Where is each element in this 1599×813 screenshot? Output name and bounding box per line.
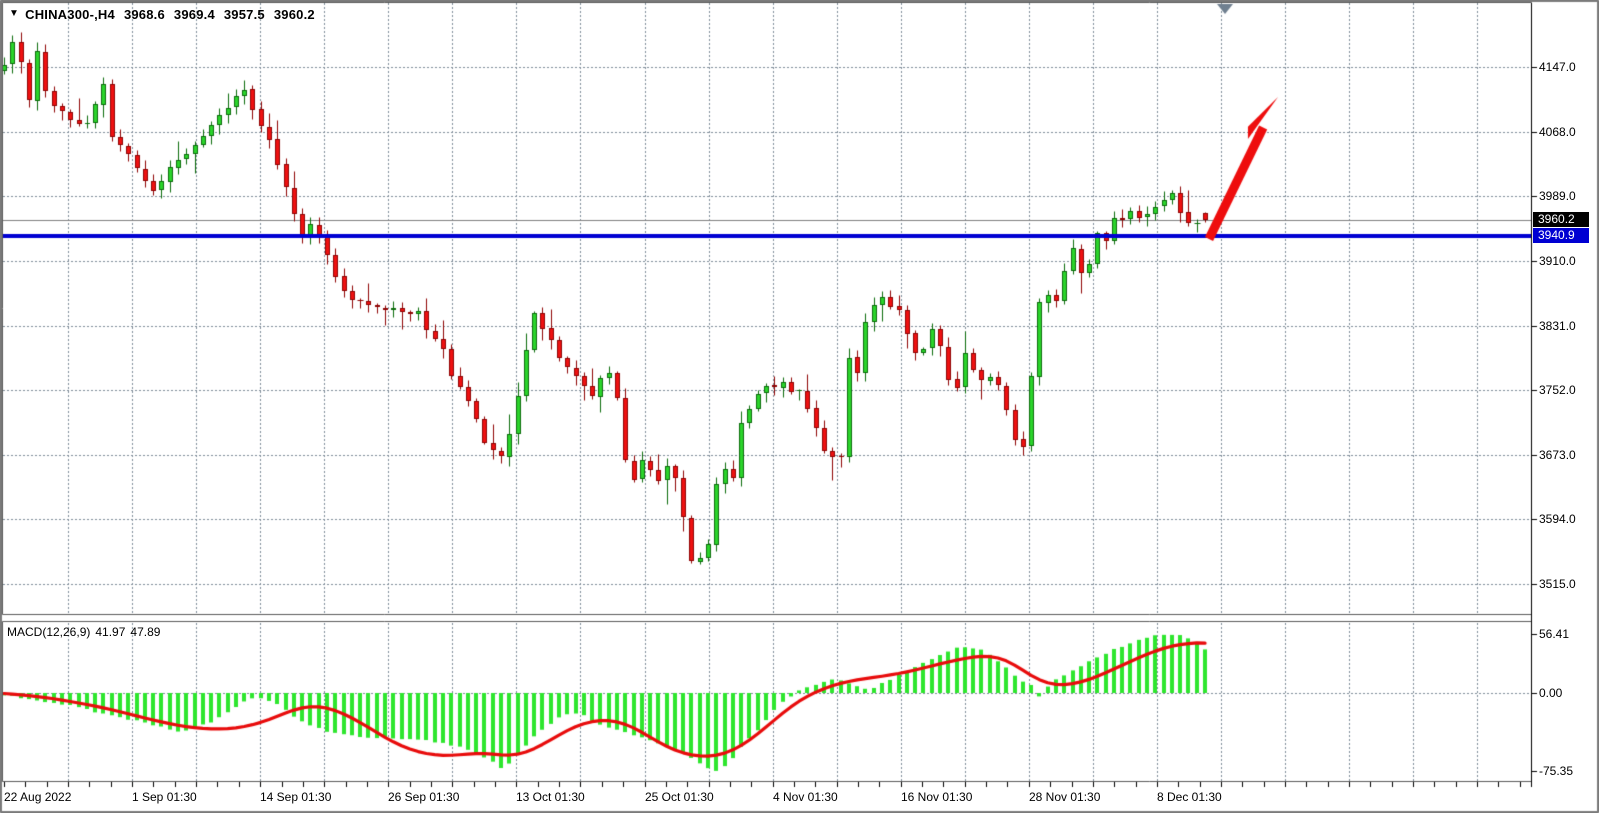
time-axis-label: 13 Oct 01:30 <box>516 790 585 804</box>
price-axis-label: 3752.0 <box>1539 383 1576 397</box>
time-axis-label: 1 Sep 01:30 <box>132 790 197 804</box>
price-axis-label: 4147.0 <box>1539 60 1576 74</box>
symbol-dropdown-icon[interactable]: ▼ <box>9 8 19 19</box>
price-axis-label: 3594.0 <box>1539 512 1576 526</box>
price-axis-label: 3831.0 <box>1539 319 1576 333</box>
macd-name: MACD(12,26,9) <box>7 625 90 639</box>
macd-axis-label: -75.35 <box>1539 764 1573 778</box>
price-axis-label: 3989.0 <box>1539 189 1576 203</box>
time-axis-label: 26 Sep 01:30 <box>388 790 459 804</box>
macd-axis-label: 0.00 <box>1539 686 1562 700</box>
chart-canvas[interactable] <box>0 0 1599 813</box>
current-price-badge: 3960.2 <box>1533 212 1589 227</box>
ohlc-close: 3960.2 <box>274 7 315 22</box>
macd-indicator-label: MACD(12,26,9) 41.97 47.89 <box>7 625 160 639</box>
time-axis-label: 28 Nov 01:30 <box>1029 790 1100 804</box>
ohlc-high: 3969.4 <box>174 7 215 22</box>
time-axis-label: 25 Oct 01:30 <box>645 790 714 804</box>
price-axis-label: 3910.0 <box>1539 254 1576 268</box>
chart-header: ▼ CHINA300-,H4 3968.6 3969.4 3957.5 3960… <box>9 7 315 22</box>
time-axis-label: 22 Aug 2022 <box>4 790 71 804</box>
symbol-period-label: CHINA300-,H4 <box>25 7 115 22</box>
macd-signal-value: 47.89 <box>130 625 160 639</box>
ohlc-open: 3968.6 <box>124 7 165 22</box>
trading-chart-window: ▼ CHINA300-,H4 3968.6 3969.4 3957.5 3960… <box>0 0 1599 813</box>
price-axis-label: 3673.0 <box>1539 448 1576 462</box>
macd-value: 41.97 <box>95 625 125 639</box>
ohlc-low: 3957.5 <box>224 7 265 22</box>
time-axis-label: 14 Sep 01:30 <box>260 790 331 804</box>
time-axis-label: 8 Dec 01:30 <box>1157 790 1222 804</box>
support-line-price-badge: 3940.9 <box>1533 228 1589 243</box>
macd-axis-label: 56.41 <box>1539 627 1569 641</box>
time-axis-label: 16 Nov 01:30 <box>901 790 972 804</box>
price-axis-label: 3515.0 <box>1539 577 1576 591</box>
price-axis-label: 4068.0 <box>1539 125 1576 139</box>
time-axis-label: 4 Nov 01:30 <box>773 790 838 804</box>
